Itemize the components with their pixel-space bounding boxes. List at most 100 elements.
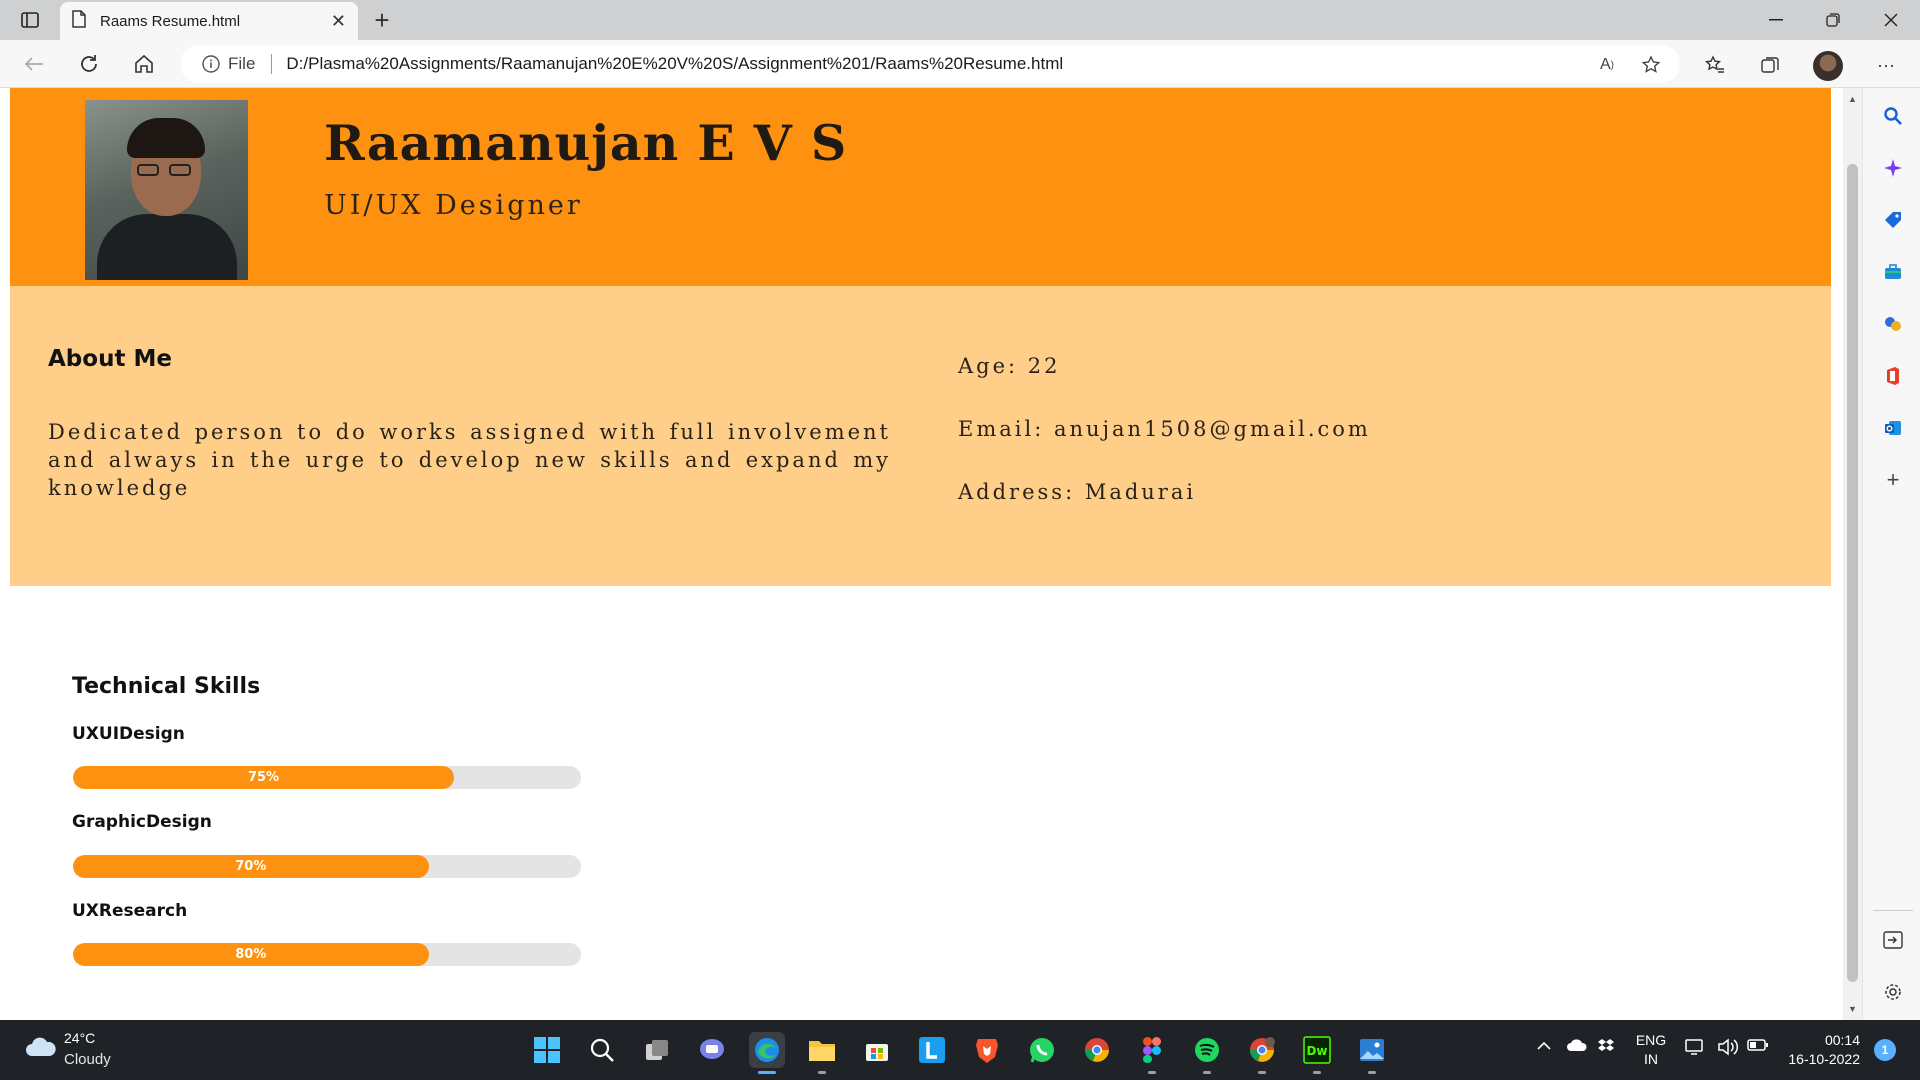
brave-browser-icon[interactable] [969, 1032, 1005, 1068]
tab-actions-icon[interactable] [14, 8, 46, 32]
url-text[interactable]: D:/Plasma%20Assignments/Raamanujan%20E%2… [286, 54, 1063, 74]
spotify-icon[interactable] [1189, 1032, 1225, 1068]
input-language[interactable]: ENG IN [1635, 1031, 1667, 1069]
close-window-button[interactable] [1864, 0, 1918, 40]
office-icon[interactable] [1881, 364, 1905, 388]
windows-taskbar: 24°C Cloudy Dw ENG IN 00:14 16-10-2022 1 [0, 1020, 1920, 1080]
skill-progress-bar: 75% [73, 766, 581, 789]
dreamweaver-icon[interactable]: Dw [1299, 1032, 1335, 1068]
dropbox-icon[interactable] [1597, 1038, 1615, 1059]
network-icon[interactable] [1685, 1038, 1707, 1061]
notification-badge[interactable]: 1 [1874, 1039, 1896, 1061]
email-text: Email: anujan1508@gmail.com [958, 417, 1371, 441]
discover-sparkle-icon[interactable] [1881, 156, 1905, 180]
about-heading: About Me [48, 346, 172, 372]
outlook-icon[interactable] [1881, 416, 1905, 440]
back-button[interactable] [16, 48, 52, 80]
read-aloud-icon[interactable]: A) [1592, 53, 1622, 77]
app-running-indicator [1313, 1071, 1321, 1074]
skill-progress-fill: 75% [73, 766, 454, 789]
clock-time: 00:14 [1824, 1032, 1860, 1048]
browser-tab[interactable]: Raams Resume.html ✕ [60, 2, 358, 40]
edge-sidebar: + [1862, 88, 1920, 1020]
skill-progress-fill: 80% [73, 943, 429, 966]
person-role: UI/UX Designer [324, 190, 583, 221]
photos-icon[interactable] [1354, 1032, 1390, 1068]
home-button[interactable] [126, 48, 162, 80]
scroll-down-icon[interactable]: ▼ [1848, 1004, 1857, 1014]
browser-toolbar: File D:/Plasma%20Assignments/Raamanujan%… [0, 40, 1920, 88]
figma-icon[interactable] [1134, 1032, 1170, 1068]
chrome-icon[interactable] [1079, 1032, 1115, 1068]
volume-icon[interactable] [1717, 1038, 1739, 1061]
skill-progress-bar: 70% [73, 855, 581, 878]
start-windows-icon[interactable] [529, 1032, 565, 1068]
l-app-icon[interactable] [914, 1032, 950, 1068]
address-text: Address: Madurai [958, 480, 1197, 504]
shopping-tag-icon[interactable] [1881, 208, 1905, 232]
resume-page: Raamanujan E V S UI/UX Designer About Me… [10, 88, 1831, 1020]
sidebar-settings-gear-icon[interactable] [1881, 980, 1905, 1004]
games-icon[interactable] [1881, 312, 1905, 336]
app-running-indicator [818, 1071, 826, 1074]
about-text: Dedicated person to do works assigned wi… [48, 420, 891, 500]
active-app-indicator [758, 1071, 776, 1074]
show-hidden-icons-chevron-icon[interactable] [1536, 1038, 1552, 1056]
settings-more-icon[interactable]: ··· [1871, 52, 1901, 78]
weather-temperature: 24°C [64, 1030, 96, 1046]
onedrive-cloud-icon[interactable] [1566, 1038, 1588, 1057]
site-info-icon[interactable]: File [202, 54, 255, 74]
header-banner: Raamanujan E V S UI/UX Designer [10, 88, 1831, 286]
microsoft-store-icon[interactable] [859, 1032, 895, 1068]
refresh-button[interactable] [71, 48, 107, 80]
profile-avatar[interactable] [1813, 51, 1843, 81]
region-code: IN [1644, 1051, 1658, 1067]
app-running-indicator [1203, 1071, 1211, 1074]
url-separator [271, 54, 273, 74]
minimize-button[interactable] [1749, 0, 1803, 40]
new-tab-button[interactable]: + [368, 5, 396, 35]
skill-label: UXUIDesign [72, 724, 185, 744]
app-running-indicator [1258, 1071, 1266, 1074]
hide-sidebar-icon[interactable] [1881, 928, 1905, 952]
system-clock[interactable]: 00:14 16-10-2022 [1770, 1031, 1860, 1069]
weather-condition: Cloudy [64, 1051, 111, 1068]
page-icon [72, 9, 86, 33]
tab-strip: Raams Resume.html ✕ + [0, 0, 1920, 40]
clock-date: 16-10-2022 [1788, 1051, 1860, 1067]
person-name: Raamanujan E V S [324, 114, 848, 172]
edge-browser-icon[interactable] [749, 1032, 785, 1068]
teams-chat-icon[interactable] [694, 1032, 730, 1068]
about-section: About Me Dedicated person to do works as… [10, 286, 1831, 586]
scroll-up-icon[interactable]: ▲ [1848, 94, 1857, 104]
file-explorer-icon[interactable] [804, 1032, 840, 1068]
age-text: Age: 22 [958, 354, 1061, 378]
search-icon[interactable] [1881, 104, 1905, 128]
language-code: ENG [1635, 1032, 1667, 1048]
tab-title: Raams Resume.html [100, 12, 241, 30]
cloudy-weather-icon[interactable] [24, 1036, 58, 1058]
profile-photo [85, 100, 248, 280]
skills-heading: Technical Skills [72, 674, 261, 699]
restore-button[interactable] [1806, 0, 1860, 40]
address-bar[interactable]: File D:/Plasma%20Assignments/Raamanujan%… [180, 45, 1680, 83]
add-favorite-icon[interactable] [1636, 53, 1666, 77]
app-running-indicator [1368, 1071, 1376, 1074]
url-scheme-label: File [228, 54, 256, 73]
skill-progress-fill: 70% [73, 855, 429, 878]
collections-icon[interactable] [1755, 52, 1785, 78]
page-scrollbar[interactable]: ▲ ▼ [1843, 88, 1862, 1020]
scroll-thumb[interactable] [1847, 164, 1858, 982]
whatsapp-icon[interactable] [1024, 1032, 1060, 1068]
task-view-icon[interactable] [639, 1032, 675, 1068]
skill-label: GraphicDesign [72, 812, 212, 832]
search-taskbar-icon[interactable] [584, 1032, 620, 1068]
add-sidebar-app-icon[interactable]: + [1881, 467, 1905, 492]
battery-icon[interactable] [1747, 1038, 1769, 1057]
sidebar-divider [1873, 910, 1913, 911]
favorites-icon[interactable] [1700, 52, 1730, 78]
tools-briefcase-icon[interactable] [1881, 260, 1905, 284]
chrome-profile-icon[interactable] [1244, 1032, 1280, 1068]
app-running-indicator [1148, 1071, 1156, 1074]
close-tab-icon[interactable]: ✕ [331, 11, 346, 32]
